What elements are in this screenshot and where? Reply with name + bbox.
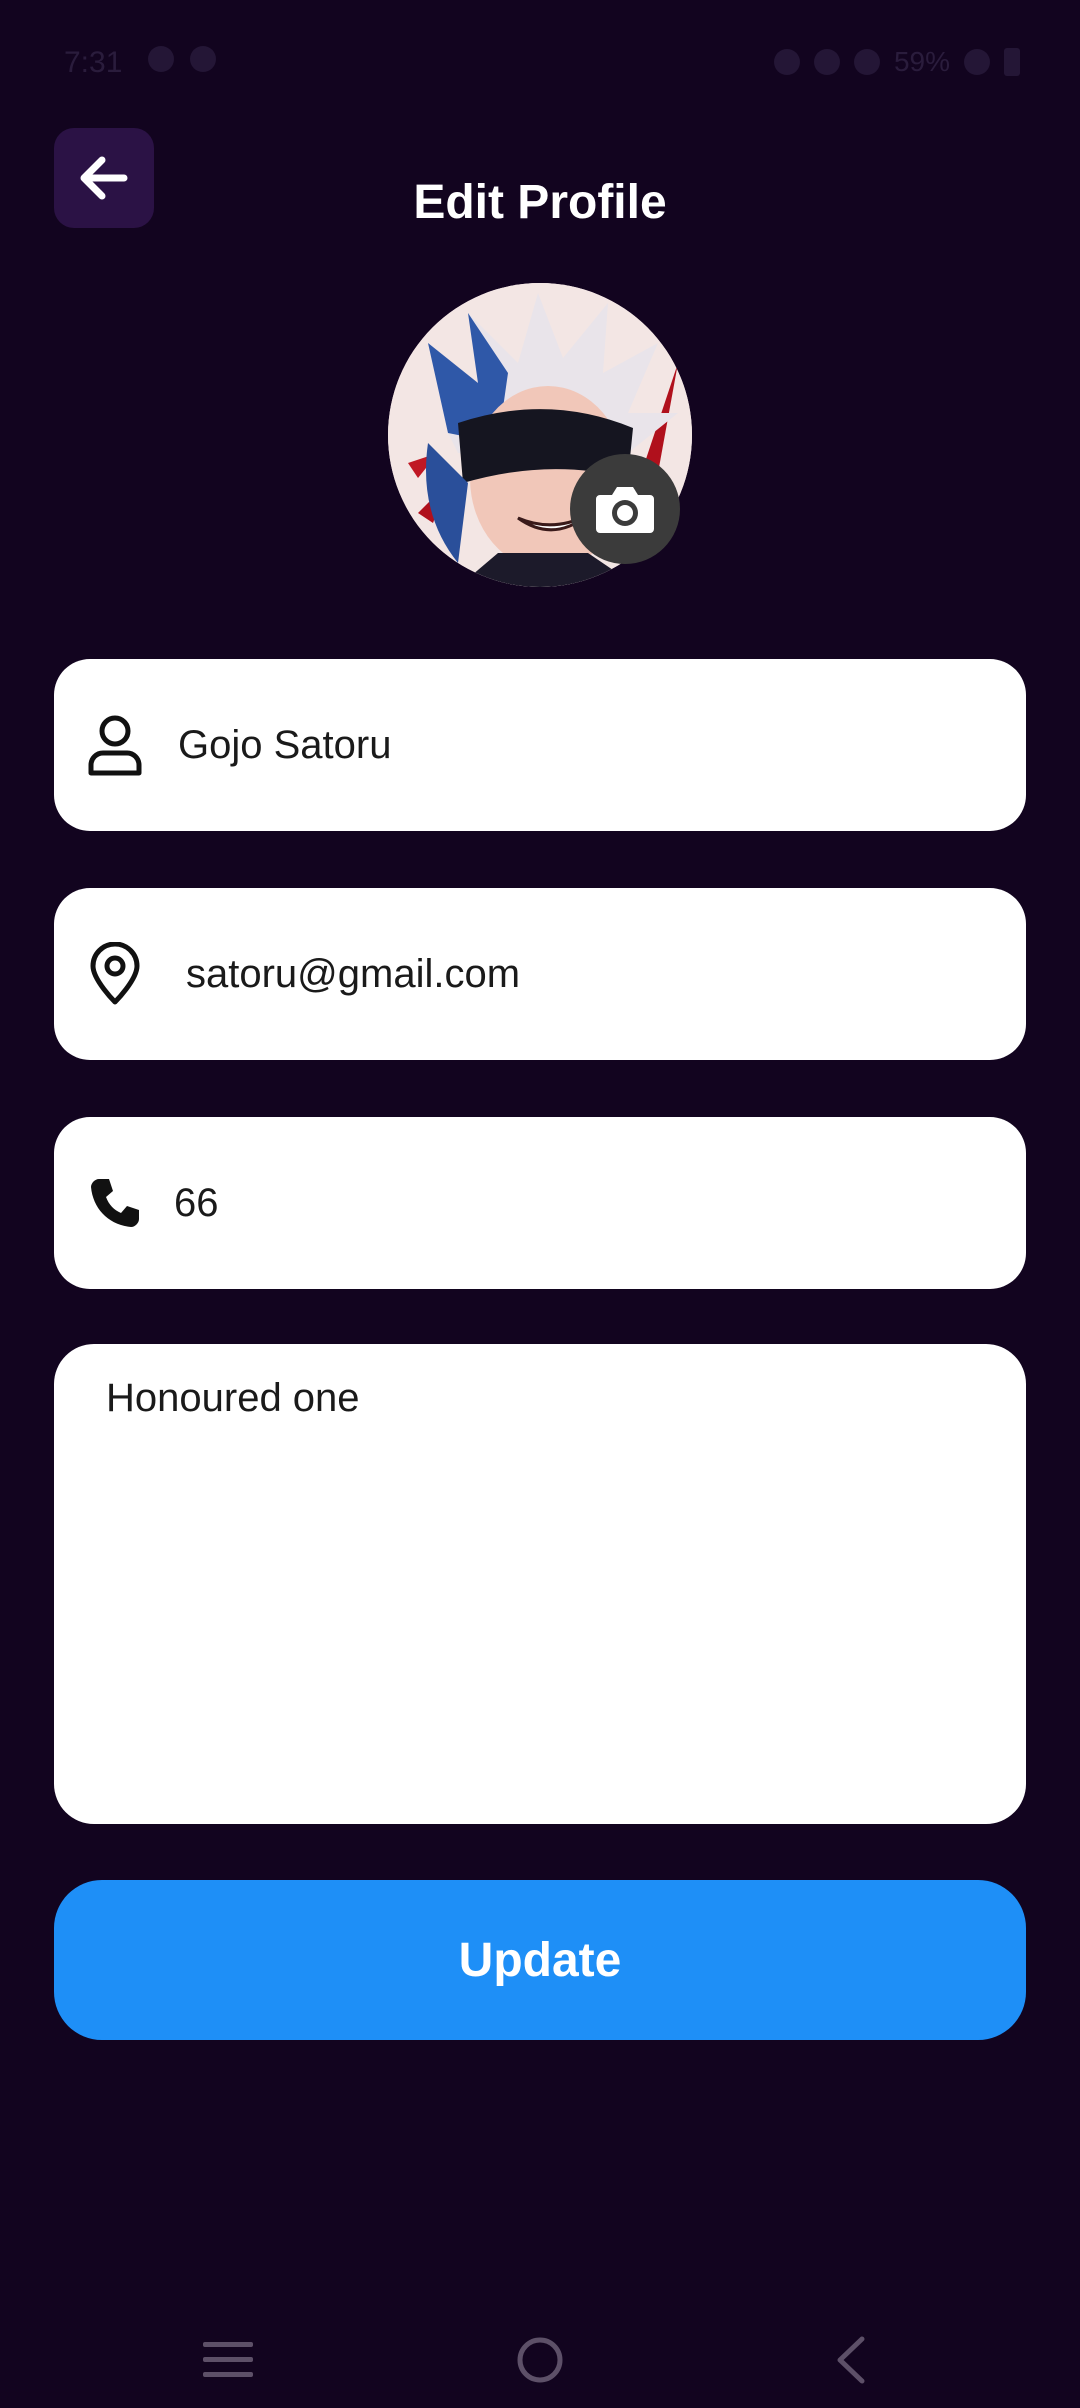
- user-icon: [80, 710, 150, 780]
- email-input[interactable]: satoru@gmail.com: [186, 952, 520, 997]
- update-button[interactable]: Update: [54, 1880, 1026, 2040]
- phone-input[interactable]: 66: [174, 1181, 219, 1226]
- notification-icon: [148, 46, 174, 72]
- location-pin-icon: [80, 939, 150, 1009]
- alarm-icon: [813, 49, 840, 75]
- name-input[interactable]: Gojo Satoru: [178, 723, 391, 768]
- phone-icon: [80, 1168, 150, 1238]
- home-button[interactable]: [510, 2330, 570, 2390]
- change-photo-button[interactable]: [570, 454, 680, 564]
- status-right-icons: 59%: [773, 46, 1020, 78]
- battery-percent: 59%: [893, 46, 950, 77]
- status-bar: 7:31 59%: [0, 0, 1080, 130]
- system-back-button[interactable]: [820, 2330, 880, 2390]
- data-saver-icon: [773, 49, 800, 75]
- name-field[interactable]: Gojo Satoru: [54, 659, 1026, 831]
- bio-textarea[interactable]: Honoured one: [54, 1344, 1026, 1824]
- menu-icon: [203, 2342, 253, 2377]
- signal-icon: [964, 49, 990, 75]
- bio-value[interactable]: Honoured one: [106, 1376, 360, 1421]
- system-nav-bar: [0, 2300, 1080, 2408]
- recent-apps-button[interactable]: [198, 2330, 258, 2390]
- status-time: 7:31: [64, 46, 123, 79]
- status-notification-icons: [148, 46, 216, 72]
- edit-profile-screen: 7:31 59% Edit Profile Gojo Satoru satoru…: [0, 0, 1080, 2408]
- home-icon: [517, 2337, 563, 2383]
- battery-icon: [1004, 48, 1020, 76]
- wifi-icon: [853, 49, 880, 75]
- back-icon: [837, 2336, 865, 2384]
- camera-icon: [596, 487, 654, 533]
- page-title: Edit Profile: [413, 176, 667, 229]
- notification-icon: [190, 46, 216, 72]
- phone-field[interactable]: 66: [54, 1117, 1026, 1289]
- email-field[interactable]: satoru@gmail.com: [54, 888, 1026, 1060]
